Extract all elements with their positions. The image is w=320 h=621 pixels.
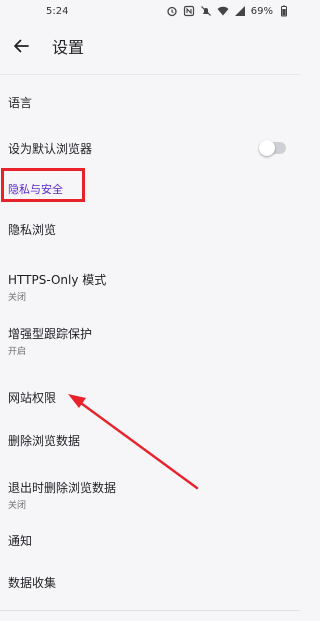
back-arrow-icon xyxy=(14,39,29,53)
status-icons: 69% xyxy=(166,5,290,17)
settings-item-label: 删除浏览数据 xyxy=(8,434,81,448)
settings-item-subtitle: 开启 xyxy=(8,347,27,357)
settings-item-subtitle: 关闭 xyxy=(8,501,27,511)
section-header-label: 隐私与安全 xyxy=(8,183,63,196)
settings-item-label: 隐私浏览 xyxy=(8,223,57,237)
default-browser-toggle[interactable] xyxy=(259,139,286,156)
bottom-divider xyxy=(0,610,300,611)
nfc-icon xyxy=(183,5,195,17)
settings-item-label: 通知 xyxy=(8,534,33,548)
page-title: 设置 xyxy=(52,38,85,57)
settings-item-language[interactable]: 语言 xyxy=(0,75,300,127)
settings-item-notifications[interactable]: 通知 xyxy=(0,514,300,554)
settings-item-default-browser[interactable]: 设为默认浏览器 xyxy=(0,127,300,168)
settings-item-https-only[interactable]: HTTPS-Only 模式 关闭 xyxy=(0,252,300,310)
settings-item-label: 数据收集 xyxy=(8,576,57,590)
settings-item-tracking-protection[interactable]: 增强型跟踪保护 开启 xyxy=(0,310,300,366)
settings-item-label: 语言 xyxy=(8,96,33,110)
signal-icon xyxy=(234,5,246,17)
settings-item-site-permissions[interactable]: 网站权限 xyxy=(0,366,300,414)
settings-item-subtitle: 关闭 xyxy=(8,293,27,303)
settings-item-label: 网站权限 xyxy=(8,391,57,405)
settings-item-label: 增强型跟踪保护 xyxy=(8,327,93,341)
status-time: 5:24 xyxy=(46,5,69,17)
app-bar: 设置 xyxy=(0,22,300,70)
battery-percent: 69% xyxy=(250,5,273,17)
settings-item-data-collection[interactable]: 数据收集 xyxy=(0,554,300,594)
section-header-privacy: 隐私与安全 xyxy=(0,168,300,212)
wifi-icon xyxy=(217,5,229,17)
status-bar: 5:24 69% xyxy=(0,0,300,22)
settings-screen: 5:24 69% 设置 语言 设为默认浏览器 隐私与安全 隐私浏览 HTTPS-… xyxy=(0,0,300,621)
back-button[interactable] xyxy=(10,35,32,57)
settings-item-label: HTTPS-Only 模式 xyxy=(8,273,107,287)
settings-item-private-browsing[interactable]: 隐私浏览 xyxy=(0,212,300,252)
settings-item-delete-browsing-data[interactable]: 删除浏览数据 xyxy=(0,414,300,456)
settings-item-label: 设为默认浏览器 xyxy=(8,142,93,156)
settings-item-delete-on-quit[interactable]: 退出时删除浏览数据 关闭 xyxy=(0,456,300,514)
mute-icon xyxy=(200,5,212,17)
alarm-icon xyxy=(166,5,178,17)
settings-list: 语言 设为默认浏览器 隐私与安全 隐私浏览 HTTPS-Only 模式 关闭 增… xyxy=(0,75,300,594)
settings-item-label: 退出时删除浏览数据 xyxy=(8,481,117,495)
battery-icon xyxy=(278,5,290,17)
